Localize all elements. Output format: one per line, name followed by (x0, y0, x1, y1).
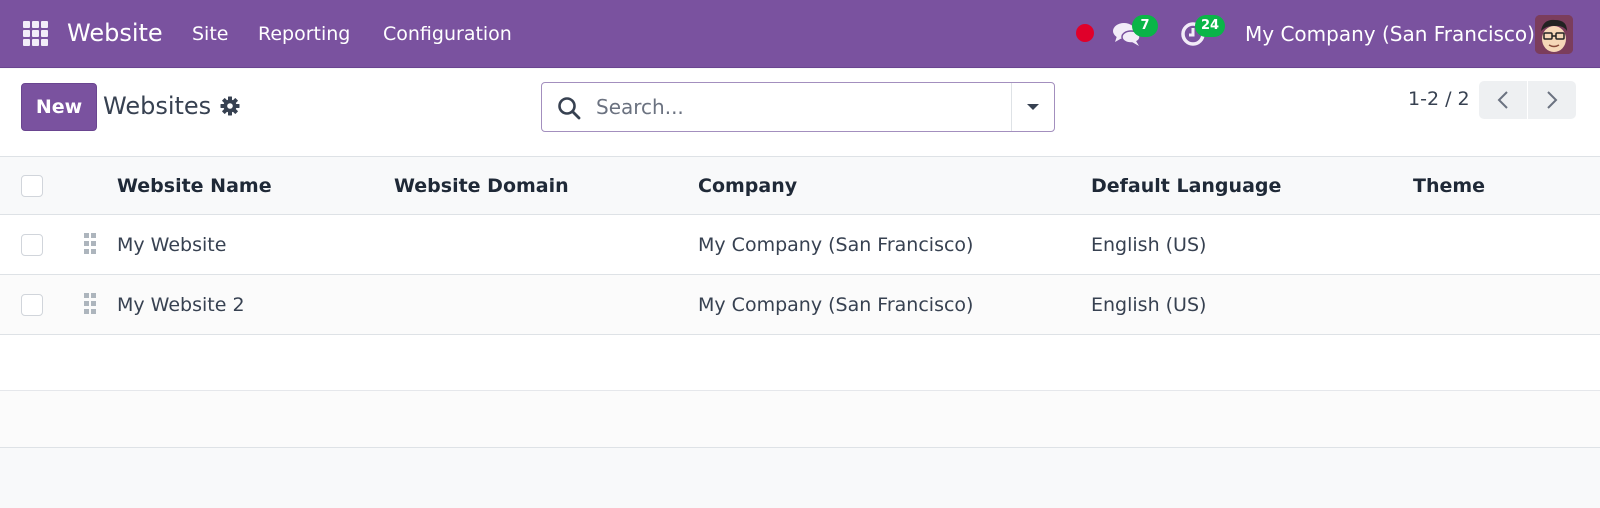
drag-handle-icon[interactable] (84, 293, 96, 315)
pager-previous-button[interactable] (1479, 81, 1527, 119)
new-button[interactable]: New (21, 83, 97, 131)
cell-company: My Company (San Francisco) (698, 234, 974, 256)
gear-icon[interactable] (220, 96, 240, 116)
websites-table: Website Name Website Domain Company Defa… (0, 157, 1600, 448)
search-options-toggle[interactable] (1011, 83, 1054, 131)
top-navbar: Website Site Reporting Configuration 7 2… (0, 0, 1600, 68)
cell-website-name: My Website 2 (117, 294, 245, 316)
app-brand[interactable]: Website (67, 16, 163, 50)
select-all-checkbox[interactable] (21, 175, 43, 197)
chevron-left-icon (1497, 91, 1508, 109)
control-panel: New Websites 1-2 / (0, 69, 1600, 157)
empty-row (0, 391, 1600, 448)
cell-company: My Company (San Francisco) (698, 294, 974, 316)
cell-website-name: My Website (117, 234, 227, 256)
table-row[interactable]: My Website 2 My Company (San Francisco) … (0, 275, 1600, 335)
chevron-right-icon (1547, 91, 1558, 109)
pager-value[interactable]: 1-2 / 2 (1408, 84, 1470, 114)
drag-handle-icon[interactable] (84, 233, 96, 255)
search-input[interactable] (596, 89, 1036, 125)
menu-site[interactable]: Site (192, 20, 228, 48)
row-checkbox[interactable] (21, 234, 43, 256)
search-icon (556, 95, 582, 121)
search-bar (541, 82, 1055, 132)
status-dot-icon[interactable] (1076, 24, 1094, 42)
menu-configuration[interactable]: Configuration (383, 20, 512, 48)
menu-reporting[interactable]: Reporting (258, 20, 350, 48)
apps-grid-icon[interactable] (23, 21, 49, 47)
column-header-company[interactable]: Company (698, 171, 797, 201)
column-header-website-name[interactable]: Website Name (117, 171, 272, 201)
column-header-website-domain[interactable]: Website Domain (394, 171, 569, 201)
column-header-theme[interactable]: Theme (1413, 171, 1485, 201)
avatar[interactable] (1535, 15, 1573, 54)
messages-badge: 7 (1132, 15, 1158, 37)
empty-row (0, 335, 1600, 391)
company-switcher[interactable]: My Company (San Francisco) (1245, 19, 1535, 49)
table-row[interactable]: My Website My Company (San Francisco) En… (0, 215, 1600, 275)
table-header: Website Name Website Domain Company Defa… (0, 157, 1600, 215)
row-checkbox[interactable] (21, 294, 43, 316)
cell-default-language: English (US) (1091, 234, 1207, 256)
page-title: Websites (103, 92, 212, 120)
column-header-default-language[interactable]: Default Language (1091, 171, 1281, 201)
cell-default-language: English (US) (1091, 294, 1207, 316)
pager-next-button[interactable] (1528, 81, 1576, 119)
activities-badge: 24 (1195, 15, 1225, 37)
